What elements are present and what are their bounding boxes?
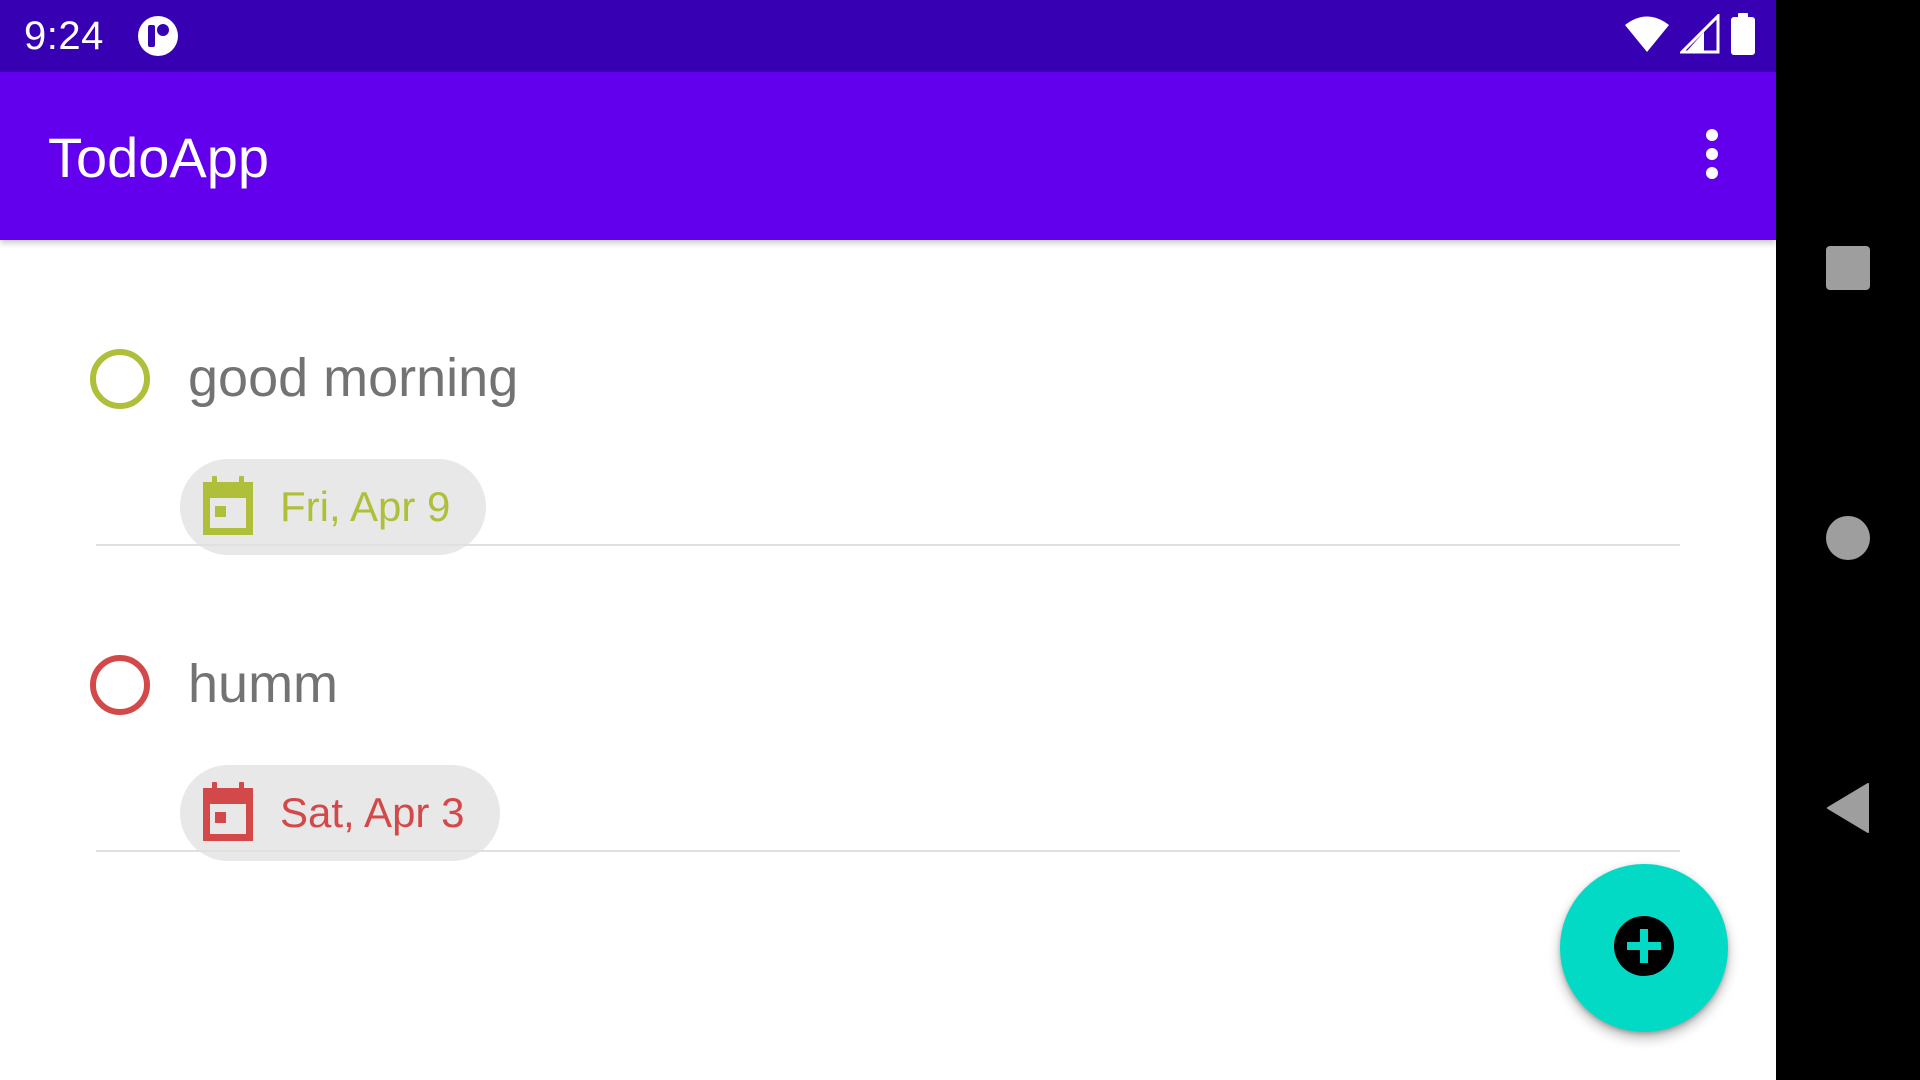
complete-toggle[interactable] [88, 347, 152, 411]
todo-item[interactable]: humm Sat, Apr 3 [0, 546, 1776, 861]
app-bar: TodoApp [0, 72, 1776, 240]
notification-app-icon [136, 14, 180, 58]
app-screen: 9:24 TodoApp good morning Fri, Apr 9 hum… [0, 0, 1776, 1080]
add-todo-button[interactable] [1560, 864, 1728, 1032]
system-navigation-bar [1776, 0, 1920, 1080]
calendar-icon [203, 782, 253, 841]
home-circle-icon [1825, 515, 1871, 566]
due-date-chip[interactable]: Fri, Apr 9 [180, 459, 487, 555]
app-title: TodoApp [48, 126, 270, 189]
due-date-chip[interactable]: Sat, Apr 3 [180, 765, 501, 861]
todo-list: good morning Fri, Apr 9 humm Sat, Apr 3 [0, 240, 1776, 861]
circle-outline-icon [90, 655, 150, 715]
due-date-text: Sat, Apr 3 [280, 789, 465, 836]
todo-item[interactable]: good morning Fri, Apr 9 [0, 240, 1776, 555]
home-button[interactable] [1812, 504, 1884, 576]
recents-square-icon [1825, 245, 1871, 296]
recents-button[interactable] [1812, 234, 1884, 306]
circle-outline-icon [90, 349, 150, 409]
wifi-icon [1624, 14, 1670, 59]
back-button[interactable] [1812, 774, 1884, 846]
cell-signal-icon [1678, 11, 1720, 59]
complete-toggle[interactable] [88, 653, 152, 717]
back-triangle-icon [1826, 782, 1870, 838]
battery-icon [1730, 12, 1756, 61]
add-circle-icon [1613, 915, 1675, 982]
more-options-button[interactable] [1686, 124, 1738, 188]
todo-title: good morning [188, 348, 519, 408]
todo-title: humm [188, 654, 339, 714]
calendar-icon [203, 476, 253, 535]
more-vert-icon [1704, 128, 1720, 185]
due-date-text: Fri, Apr 9 [280, 483, 451, 530]
status-time: 9:24 [24, 14, 104, 58]
status-icons [1624, 11, 1756, 61]
status-bar: 9:24 [0, 0, 1776, 72]
list-divider [96, 850, 1680, 852]
